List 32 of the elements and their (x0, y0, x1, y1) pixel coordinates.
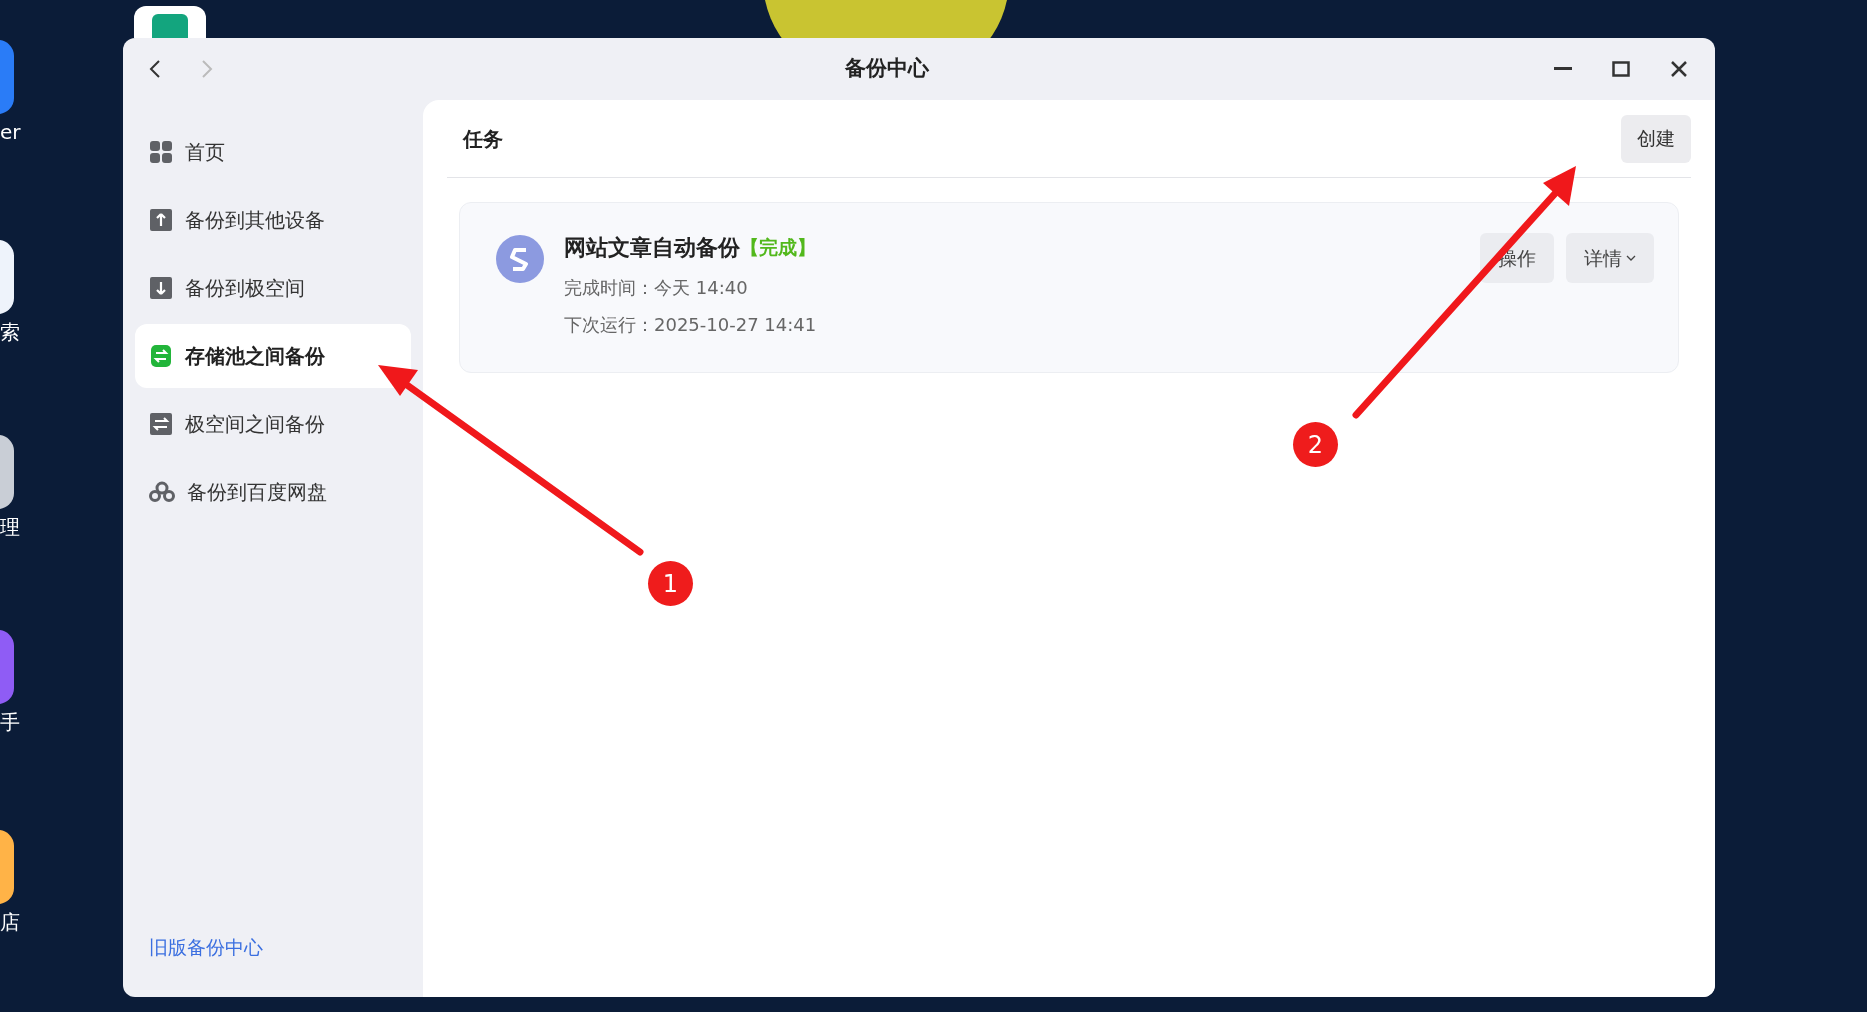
task-icon (496, 235, 544, 283)
sidebar-item[interactable]: 首页 (135, 120, 411, 184)
app-label: 手 (0, 712, 20, 732)
app-label: er (0, 122, 21, 142)
minimize-icon (1554, 67, 1572, 71)
legacy-link[interactable]: 旧版备份中心 (135, 932, 411, 961)
sidebar-item[interactable]: 备份到其他设备 (135, 188, 411, 252)
app-icon[interactable] (134, 6, 206, 38)
app-label: 索 (0, 322, 20, 342)
grid-icon (149, 140, 173, 164)
cloud-icon (149, 480, 175, 504)
sidebar-item[interactable]: 备份到极空间 (135, 256, 411, 320)
app-label: 理 (0, 517, 20, 537)
section-title: 任务 (461, 125, 503, 153)
close-icon (1670, 60, 1688, 78)
window-title: 备份中心 (845, 55, 929, 83)
download-icon (149, 276, 173, 300)
create-button[interactable]: 创建 (1621, 114, 1691, 163)
maximize-icon (1612, 61, 1630, 77)
task-name: 网站文章自动备份 (564, 234, 740, 262)
sidebar-item[interactable]: 备份到百度网盘 (135, 460, 411, 524)
storage-sync-icon (149, 344, 173, 368)
sidebar-item[interactable]: 存储池之间备份 (135, 324, 411, 388)
status-label: 【完成】 (740, 235, 816, 261)
upload-icon (149, 208, 173, 232)
details-dropdown[interactable]: 详情 (1566, 233, 1654, 283)
sidebar-item[interactable]: 极空间之间备份 (135, 392, 411, 456)
task-detail: 下次运行：2025-10-27 14:41 (564, 313, 817, 337)
app-label: 店 (0, 912, 20, 932)
swap-icon (149, 412, 173, 436)
caret-icon (1626, 255, 1636, 261)
task-detail: 完成时间：今天 14:40 (564, 276, 749, 300)
